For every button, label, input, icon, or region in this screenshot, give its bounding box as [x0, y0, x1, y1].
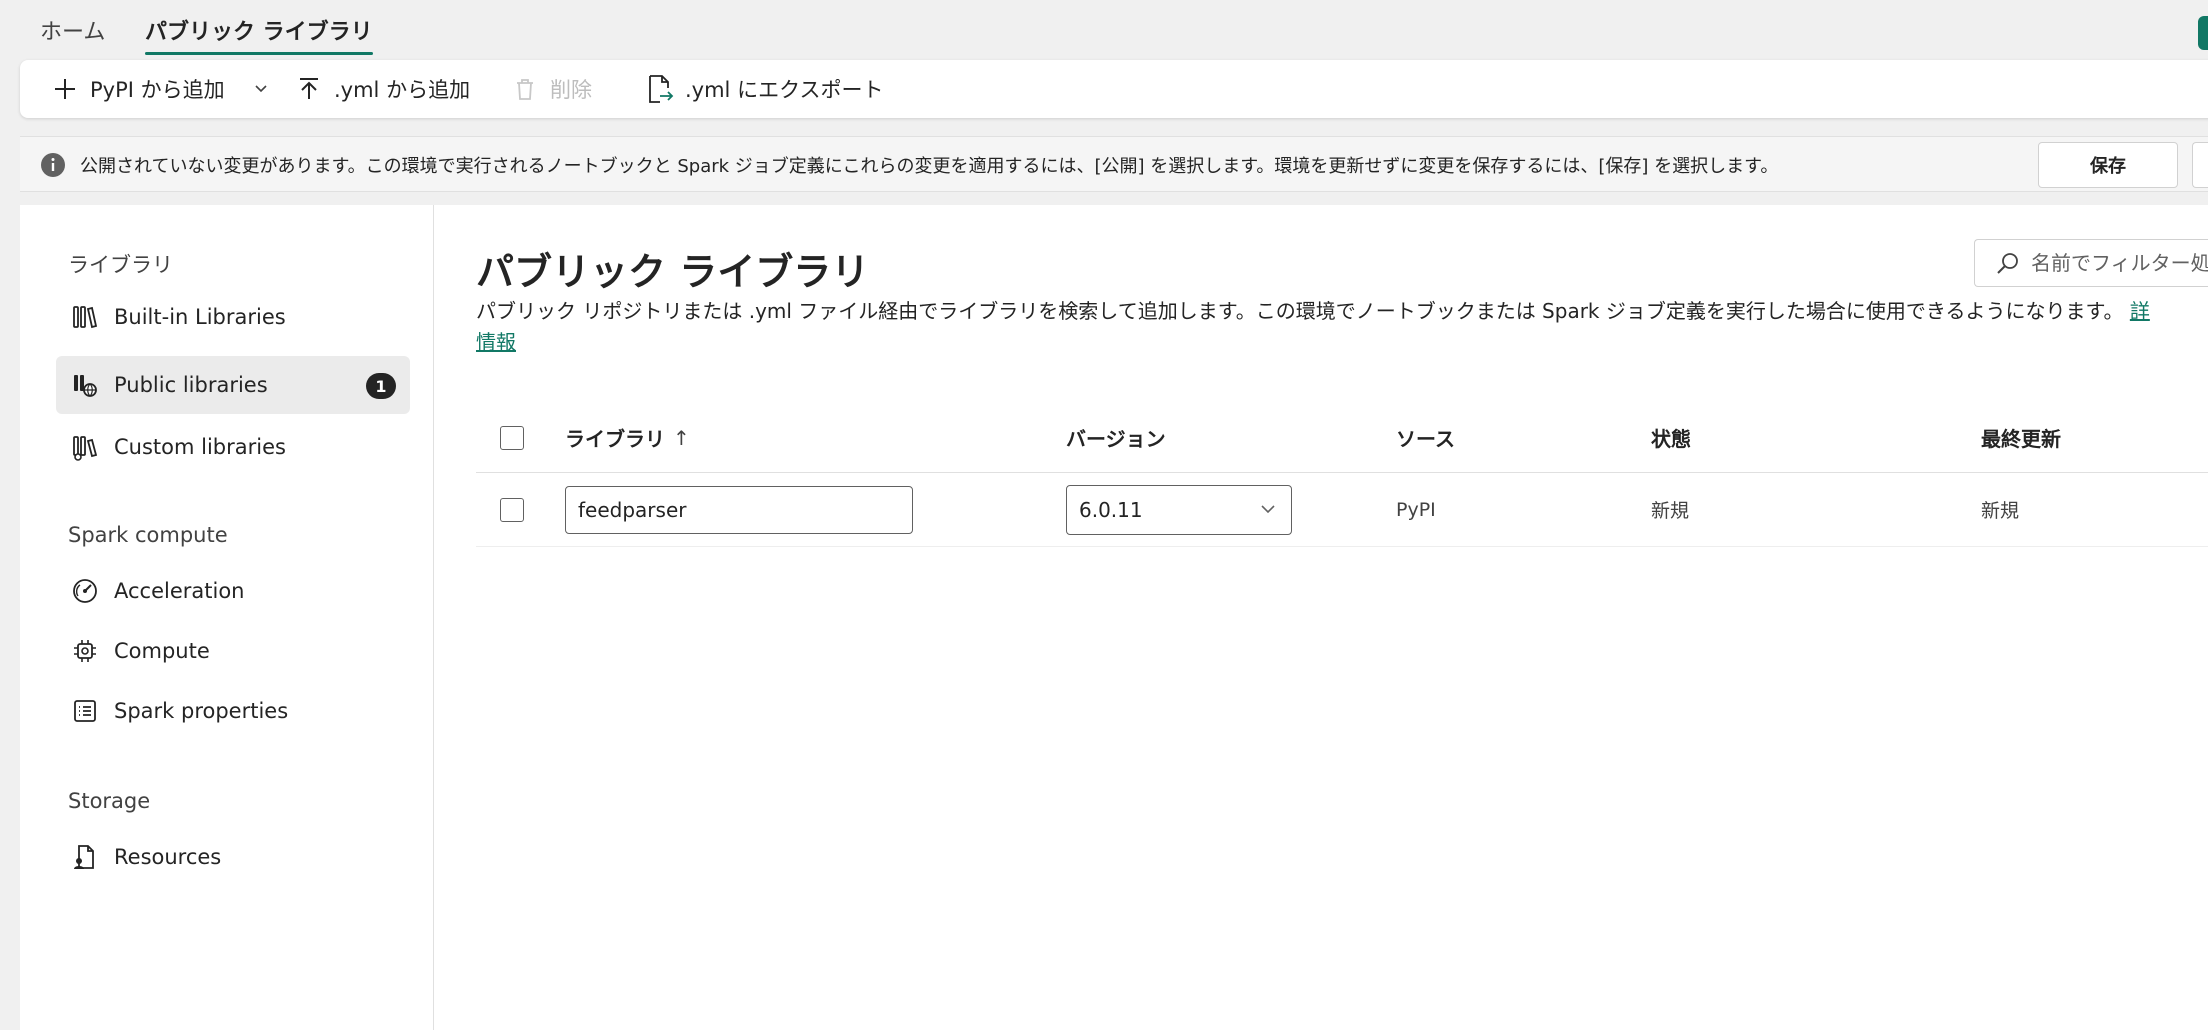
sidebar-section-storage: Storage	[68, 789, 151, 813]
message-text: 公開されていない変更があります。この環境で実行されるノートブックと Spark …	[80, 156, 1779, 177]
page-title: パブリック ライブラリ	[476, 250, 870, 294]
sidebar-item-label: Spark properties	[114, 699, 289, 723]
version-dropdown[interactable]: 6.0.11	[1066, 484, 1292, 535]
publish-button[interactable]	[2192, 142, 2208, 188]
sidebar-item-label: Resources	[114, 845, 222, 869]
version-cell: 6.0.11	[1066, 473, 1292, 546]
sidebar-item-compute[interactable]: Compute	[56, 622, 410, 680]
row-select-cell	[500, 473, 524, 546]
sidebar: ライブラリ Built-in Libraries Public librarie…	[20, 205, 434, 1030]
delete-button[interactable]: 削除	[510, 60, 592, 118]
add-from-pypi-label: PyPI から追加	[90, 78, 225, 102]
add-from-yml-label: .yml から追加	[334, 78, 471, 102]
source-cell: PyPI	[1396, 498, 1436, 521]
count-badge: 1	[366, 373, 396, 399]
sidebar-item-public-libraries[interactable]: Public libraries 1	[56, 356, 410, 414]
last-updated-cell: 新規	[1981, 500, 2020, 522]
page-description: パブリック リポジトリまたは .yml ファイル経由でライブラリを検索して追加し…	[476, 295, 2150, 324]
sidebar-item-custom-libraries[interactable]: Custom libraries	[56, 418, 410, 476]
sidebar-item-resources[interactable]: Resources	[56, 828, 410, 886]
description-text: パブリック リポジトリまたは .yml ファイル経由でライブラリを検索して追加し…	[476, 299, 2124, 323]
library-name-cell	[565, 473, 913, 546]
chip-icon	[70, 636, 100, 666]
tab-public-libraries[interactable]: パブリック ライブラリ	[145, 14, 373, 55]
sidebar-section-libraries: ライブラリ	[68, 253, 173, 277]
column-header-source[interactable]: ソース	[1396, 403, 1455, 472]
save-button[interactable]: 保存	[2038, 142, 2178, 188]
corner-indicator	[2198, 16, 2208, 50]
export-yml-label: .yml にエクスポート	[685, 78, 884, 102]
learn-more-link[interactable]: 情報	[476, 326, 516, 355]
unpublished-changes-message-bar: 公開されていない変更があります。この環境で実行されるノートブックと Spark …	[20, 136, 2208, 192]
sidebar-item-acceleration[interactable]: Acceleration	[56, 562, 410, 620]
sidebar-item-label: Custom libraries	[114, 435, 286, 459]
filter-box	[1974, 239, 2208, 287]
top-navigation: ホーム パブリック ライブラリ	[0, 0, 2208, 58]
column-header-last-updated[interactable]: 最終更新	[1981, 403, 2061, 472]
search-icon	[1995, 250, 2021, 276]
gauge-icon	[70, 576, 100, 606]
custom-books-icon	[70, 432, 100, 462]
export-yml-button[interactable]: .yml にエクスポート	[645, 60, 883, 118]
libraries-table: ライブラリ ↑ バージョン ソース 状態 最終更新 6.0.11	[476, 403, 2208, 547]
trash-icon	[510, 74, 540, 104]
toolbar: PyPI から追加 .yml から追加 削除 .yml にエクスポート	[20, 60, 2208, 118]
filter-by-name-input[interactable]	[2031, 251, 2208, 275]
sidebar-item-label: Built-in Libraries	[114, 305, 286, 329]
library-name-input[interactable]	[565, 485, 913, 534]
add-from-yml-button[interactable]: .yml から追加	[294, 60, 470, 118]
learn-more-link-start[interactable]: 詳	[2130, 299, 2150, 323]
tab-home[interactable]: ホーム	[40, 14, 105, 46]
upload-arrow-icon	[294, 74, 324, 104]
content-area: ライブラリ Built-in Libraries Public librarie…	[20, 205, 2208, 1030]
sidebar-item-label: Public libraries	[114, 373, 268, 397]
sidebar-section-spark-compute: Spark compute	[68, 523, 228, 547]
sidebar-item-label: Acceleration	[114, 579, 245, 603]
sidebar-item-spark-properties[interactable]: Spark properties	[56, 682, 410, 740]
plus-icon	[50, 74, 80, 104]
sort-ascending-icon: ↑	[673, 425, 690, 450]
add-from-pypi-dropdown[interactable]	[246, 60, 276, 118]
select-all-checkbox[interactable]	[500, 425, 524, 450]
info-icon	[40, 152, 66, 178]
table-header: ライブラリ ↑ バージョン ソース 状態 最終更新	[476, 403, 2208, 473]
public-books-icon	[70, 370, 100, 400]
column-header-library-label: ライブラリ	[565, 427, 665, 451]
column-header-state[interactable]: 状態	[1651, 403, 1691, 472]
document-person-icon	[70, 842, 100, 872]
list-icon	[70, 696, 100, 726]
chevron-down-icon	[253, 77, 269, 101]
chevron-down-icon	[1257, 498, 1279, 520]
state-cell: 新規	[1651, 500, 1690, 522]
delete-label: 削除	[550, 78, 592, 102]
row-checkbox[interactable]	[500, 497, 524, 522]
books-icon	[70, 302, 100, 332]
column-header-library[interactable]: ライブラリ ↑	[565, 403, 690, 472]
sidebar-item-label: Compute	[114, 639, 210, 663]
select-all-cell	[500, 403, 524, 472]
version-value: 6.0.11	[1079, 497, 1143, 522]
sidebar-item-built-in-libraries[interactable]: Built-in Libraries	[56, 288, 410, 346]
main-panel: パブリック ライブラリ パブリック リポジトリまたは .yml ファイル経由でラ…	[434, 205, 2208, 1030]
column-header-version[interactable]: バージョン	[1066, 403, 1166, 472]
table-row: 6.0.11 PyPI 新規 新規	[476, 473, 2208, 547]
add-from-pypi-button[interactable]: PyPI から追加	[50, 60, 225, 118]
export-document-icon	[645, 74, 675, 104]
